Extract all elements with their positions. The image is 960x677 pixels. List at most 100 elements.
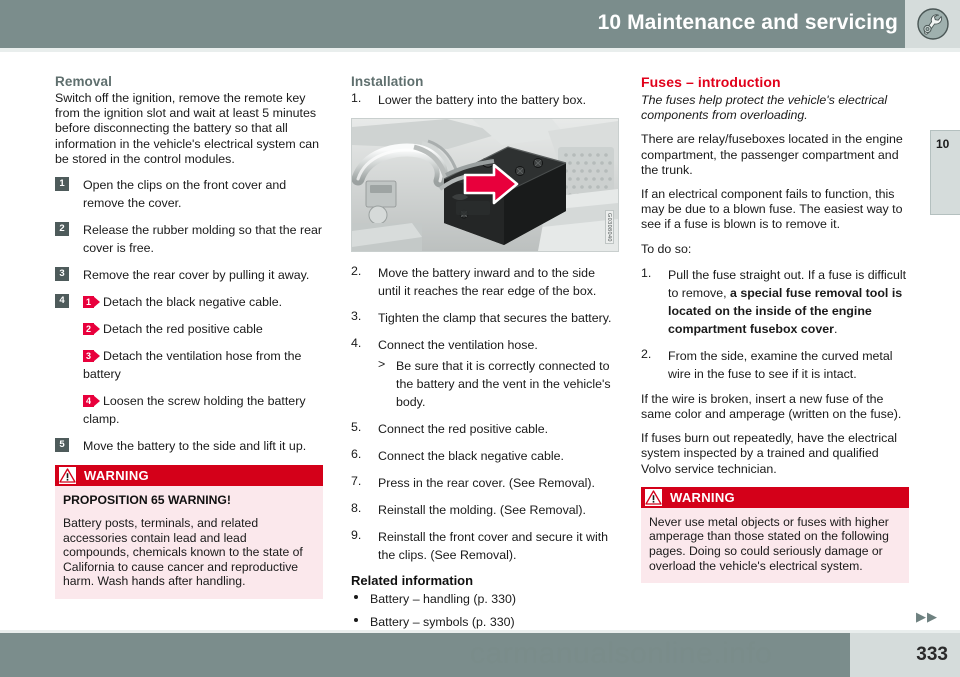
figure-watermark: G0308040: [605, 210, 614, 244]
related-link[interactable]: Battery – symbols (p. 330): [370, 615, 515, 629]
column-installation: Installation 1. Lower the battery into t…: [351, 74, 619, 636]
step-number: 8.: [351, 501, 362, 515]
installation-step: 9. Reinstall the front cover and secure …: [351, 528, 619, 564]
installation-step: 4. Connect the ventilation hose. > Be su…: [351, 336, 619, 411]
step-number: 5.: [351, 420, 362, 434]
fuses-step: 1. Pull the fuse straight out. If a fuse…: [641, 266, 909, 338]
header-underline: [0, 48, 960, 52]
step-text: Press in the rear cover. (See Removal).: [378, 476, 595, 490]
arrow-item-text: Loosen the screw holding the battery cla…: [83, 394, 306, 427]
step-number: 2.: [641, 346, 652, 361]
warning-text: Never use metal objects or fuses with hi…: [649, 514, 889, 573]
step-badge: 2: [55, 222, 69, 237]
page-title: 10 Maintenance and servicing: [597, 11, 898, 34]
removal-step: 1 Open the clips on the front cover and …: [55, 176, 323, 212]
fuses-paragraph-3: To do so:: [641, 241, 692, 256]
page-number: 333: [916, 644, 948, 665]
related-information-list: Battery – handling (p. 330) Battery – sy…: [351, 590, 619, 631]
step-text: Move the battery to the side and lift it…: [83, 439, 307, 454]
column-removal: Removal Switch off the ignition, remove …: [55, 74, 323, 599]
warning-strong-text: PROPOSITION 65 WARNING!: [63, 493, 231, 508]
fuses-paragraph-5: If fuses burn out repeatedly, have the e…: [641, 431, 897, 476]
step-text: Reinstall the molding. (See Removal).: [378, 503, 586, 517]
removal-step: 5 Move the battery to the side and lift …: [55, 437, 323, 455]
arrow-flag-icon: 3: [83, 350, 100, 363]
arrow-flag-icon: 2: [83, 323, 100, 336]
fuses-step: 2. From the side, examine the curved met…: [641, 347, 909, 383]
step-badge: 4: [55, 294, 69, 309]
arrow-item-text: Detach the red positive cable: [103, 322, 263, 337]
removal-heading: Removal: [55, 74, 112, 89]
arrow-flag-icon: 4: [83, 395, 100, 408]
removal-step: 2 Release the rubber molding so that the…: [55, 221, 323, 257]
arrow-item-text: Detach the black negative cable.: [103, 295, 283, 310]
warning-text: Battery posts, terminals, and related ac…: [63, 516, 303, 589]
warning-label: WARNING: [84, 468, 149, 484]
step-text-post: .: [833, 321, 838, 336]
step-badge: 3: [55, 267, 69, 282]
list-item[interactable]: Battery – handling (p. 330): [351, 590, 619, 608]
step-text: Move the battery inward and to the side …: [378, 266, 597, 298]
fuses-paragraph-1: There are relay/fuseboxes located in the…: [641, 132, 903, 177]
arrow-flag-number: 2: [85, 324, 91, 335]
warning-triangle-icon: [59, 467, 76, 485]
step-text: Open the clips on the front cover and re…: [83, 178, 287, 211]
installation-substep: > Be sure that it is correctly connected…: [378, 357, 619, 411]
chapter-tab-number: 10: [936, 137, 950, 151]
step-text: Connect the red positive cable.: [378, 422, 549, 436]
installation-step: 7. Press in the rear cover. (See Removal…: [351, 474, 619, 492]
list-item[interactable]: Battery – symbols (p. 330): [351, 613, 619, 631]
step-text: 1 Detach the black negative cable.: [83, 295, 282, 309]
removal-arrow-item: 2 Detach the red positive cable: [55, 320, 323, 338]
arrow-flag-icon: 1: [83, 296, 100, 309]
installation-step: 1. Lower the battery into the battery bo…: [351, 91, 619, 109]
installation-heading: Installation: [351, 74, 424, 89]
step-number: 3.: [351, 309, 362, 323]
installation-step: 8. Reinstall the molding. (See Removal).: [351, 501, 619, 519]
wrench-icon: [916, 8, 949, 40]
footer-band: [0, 633, 960, 677]
installation-step: 3. Tighten the clamp that secures the ba…: [351, 309, 619, 327]
substep-marker: >: [378, 357, 386, 371]
chapter-icon-box: [905, 0, 960, 48]
step-text: Connect the black negative cable.: [378, 449, 564, 463]
installation-step: 5. Connect the red positive cable.: [351, 420, 619, 438]
step-text: From the side, examine the curved metal …: [668, 348, 893, 381]
step-number: 4.: [351, 336, 362, 350]
battery-figure: G0308040: [351, 118, 619, 252]
step-text: Pull the fuse straight out. If a fuse is…: [668, 268, 906, 336]
related-link[interactable]: Battery – handling (p. 330): [370, 592, 516, 606]
step-text: Connect the ventilation hose.: [378, 338, 538, 352]
fuses-paragraph-4: If the wire is broken, insert a new fuse…: [641, 391, 902, 422]
bullet-icon: [354, 618, 358, 622]
warning-body: Never use metal objects or fuses with hi…: [641, 507, 909, 584]
step-number: 2.: [351, 264, 362, 278]
installation-step: 2. Move the battery inward and to the si…: [351, 264, 619, 300]
warning-header: WARNING: [641, 486, 909, 508]
removal-arrow-item: 4 Loosen the screw holding the battery cl…: [55, 392, 323, 428]
step-badge: 5: [55, 438, 69, 453]
step-number: 9.: [351, 528, 362, 542]
removal-step: 3 Remove the rear cover by pulling it aw…: [55, 266, 323, 284]
step-text: Remove the rear cover by pulling it away…: [83, 268, 310, 283]
step-number: 1.: [641, 265, 652, 280]
next-page-marker: ▶▶: [916, 609, 938, 624]
warning-box-proposition65: WARNING PROPOSITION 65 WARNING! Battery …: [55, 465, 323, 599]
removal-step: 4 1 Detach the black negative cable.: [55, 293, 323, 311]
removal-arrow-item: 3 Detach the ventilation hose from the ba…: [55, 347, 323, 383]
warning-header: WARNING: [55, 465, 323, 487]
arrow-flag-number: 3: [85, 351, 91, 362]
page-header: 10 Maintenance and servicing: [0, 0, 960, 48]
fuses-paragraph-2: If an electrical component fails to func…: [641, 187, 903, 232]
chapter-tab: 10: [930, 130, 960, 215]
step-text: Release the rubber molding so that the r…: [83, 223, 323, 256]
column-fuses: Fuses – introduction The fuses help prot…: [641, 74, 909, 584]
arrow-flag-number: 1: [85, 297, 91, 308]
installation-step: 6. Connect the black negative cable.: [351, 447, 619, 465]
related-information-heading: Related information: [351, 573, 474, 588]
removal-intro: Switch off the ignition, remove the remo…: [55, 91, 320, 166]
step-number: 6.: [351, 447, 362, 461]
warning-label: WARNING: [670, 489, 735, 505]
substep-text: Be sure that it is correctly connected t…: [396, 359, 611, 409]
arrow-item-text: Detach the ventilation hose from the bat…: [83, 349, 302, 382]
